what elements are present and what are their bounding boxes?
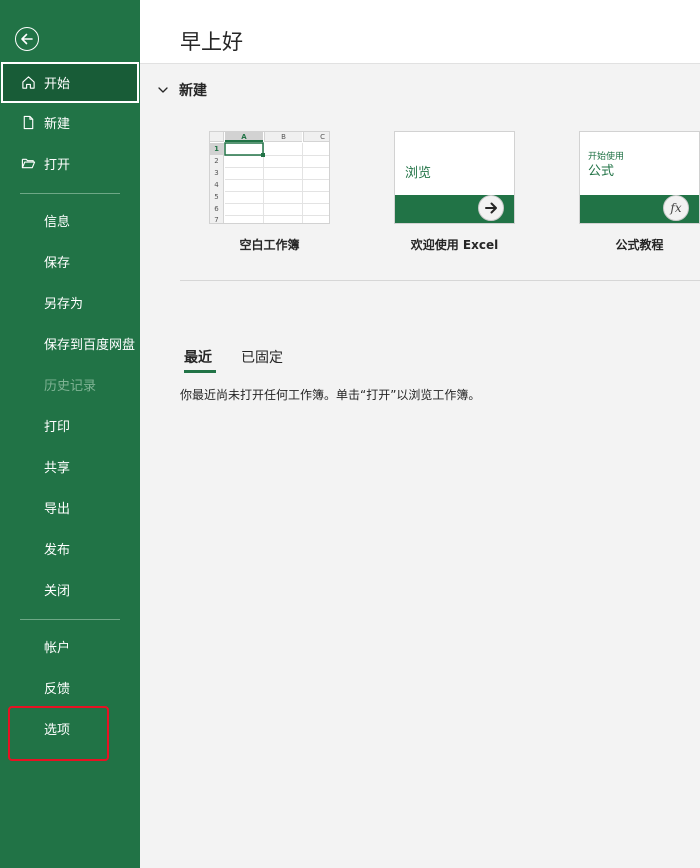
nav-close[interactable]: 关闭 (0, 569, 140, 610)
section-title: 新建 (179, 83, 207, 99)
section-divider (180, 280, 700, 281)
nav-save[interactable]: 保存 (0, 241, 140, 282)
nav-label: 关闭 (44, 584, 71, 599)
nav-label: 共享 (44, 461, 71, 476)
empty-recent-message: 你最近尚未打开任何工作簿。单击“打开”以浏览工作簿。 (180, 388, 481, 402)
nav-label: 保存 (44, 256, 71, 271)
nav-home[interactable]: 开始 (1, 62, 139, 103)
template-caption: 空白工作簿 (239, 238, 300, 252)
nav-options[interactable]: 选项 (0, 708, 140, 749)
nav-label: 历史记录 (44, 379, 97, 394)
nav-print[interactable]: 打印 (0, 405, 140, 446)
template-blank-workbook[interactable]: A B C 1 2 3 4 5 6 7 空白工作簿 (209, 131, 330, 253)
sidebar-divider (20, 193, 120, 194)
nav-label: 帐户 (44, 641, 71, 656)
template-thumbnail: A B C 1 2 3 4 5 6 7 (209, 131, 330, 224)
new-section-toggle[interactable]: 新建 (157, 80, 207, 100)
nav-share[interactable]: 共享 (0, 446, 140, 487)
nav-label: 信息 (44, 215, 71, 230)
nav-account[interactable]: 帐户 (0, 626, 140, 667)
template-thumbnail: 浏览 (394, 131, 515, 224)
thumbnail-title: 公式 (588, 164, 615, 179)
arrow-left-icon (21, 33, 33, 45)
folder-open-icon (20, 156, 36, 172)
nav-label: 打开 (44, 158, 71, 173)
nav-label: 另存为 (44, 297, 84, 312)
nav-label: 反馈 (44, 682, 71, 697)
page-title: 早上好 (180, 30, 243, 54)
template-formula-tutorial[interactable]: 开始使用 公式 fx 公式教程 (579, 131, 700, 253)
nav-feedback[interactable]: 反馈 (0, 667, 140, 708)
nav-info[interactable]: 信息 (0, 200, 140, 241)
nav-label: 保存到百度网盘 (44, 338, 136, 353)
nav-label: 打印 (44, 420, 71, 435)
header-bar: 早上好 (140, 0, 700, 64)
active-tab-indicator (184, 370, 216, 373)
chevron-down-icon (158, 87, 168, 93)
nav-label: 开始 (44, 77, 71, 92)
nav-label: 发布 (44, 543, 71, 558)
spreadsheet-grid-preview: A B C 1 2 3 4 5 6 7 (210, 132, 329, 223)
nav-export[interactable]: 导出 (0, 487, 140, 528)
nav-label: 选项 (44, 723, 71, 738)
nav-label: 导出 (44, 502, 71, 517)
nav-save-as[interactable]: 另存为 (0, 282, 140, 323)
tab-recent[interactable]: 最近 (184, 347, 212, 367)
nav-save-to-baidu[interactable]: 保存到百度网盘 (0, 323, 140, 364)
sidebar-divider (20, 619, 120, 620)
backstage-main: 早上好 新建 A B C 1 2 3 4 5 6 7 空白工作簿 浏览 欢迎使用… (140, 0, 700, 868)
template-welcome-excel[interactable]: 浏览 欢迎使用 Excel (394, 131, 515, 253)
grid-lines (224, 142, 329, 223)
nav-publish[interactable]: 发布 (0, 528, 140, 569)
nav-new[interactable]: 新建 (0, 102, 140, 143)
template-thumbnail: 开始使用 公式 fx (579, 131, 700, 224)
thumbnail-text: 浏览 (405, 166, 432, 181)
template-caption: 欢迎使用 Excel (410, 238, 499, 252)
function-fx-icon: fx (663, 195, 689, 221)
nav-open[interactable]: 打开 (0, 143, 140, 184)
nav-label: 新建 (44, 117, 71, 132)
backstage-sidebar: 开始 新建 打开 信息 保存 另存为 保存到百度网盘 历史记录 打印 共享 导出… (0, 0, 140, 868)
arrow-right-icon (478, 195, 504, 221)
tab-pinned[interactable]: 已固定 (241, 347, 283, 367)
new-file-icon (20, 115, 36, 131)
home-icon (20, 75, 36, 91)
nav-history: 历史记录 (0, 364, 140, 405)
template-caption: 公式教程 (615, 238, 664, 252)
back-button[interactable] (15, 27, 39, 51)
